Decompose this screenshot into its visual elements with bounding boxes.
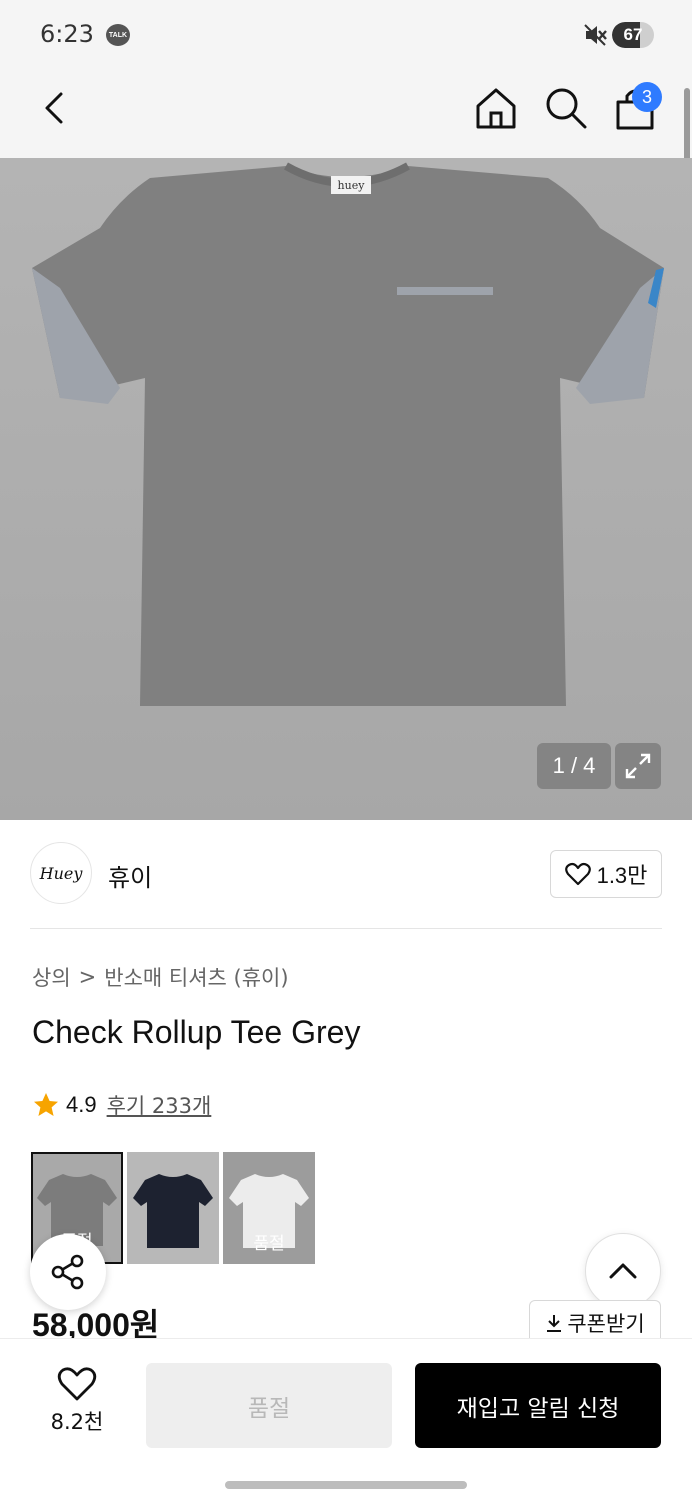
search-icon[interactable] [542, 84, 590, 132]
battery-icon: 67 [612, 22, 654, 48]
battery-level: 67 [623, 25, 643, 44]
brand-logo[interactable]: Huey [30, 842, 92, 904]
restock-alert-button[interactable]: 재입고 알림 신청 [415, 1363, 661, 1448]
soldout-button: 품절 [146, 1363, 392, 1448]
product-title: Check Rollup Tee Grey [32, 1014, 361, 1050]
cart-count-badge: 3 [632, 82, 662, 112]
wish-button[interactable]: 8.2천 [34, 1366, 120, 1442]
mute-icon [582, 22, 608, 48]
home-icon[interactable] [472, 84, 520, 132]
breadcrumb-separator: > [78, 965, 97, 989]
swatch-white[interactable]: 품절 [223, 1152, 315, 1264]
rating-value: 4.9 [66, 1092, 97, 1117]
brand-like-count: 1.3만 [596, 863, 648, 888]
divider [30, 928, 662, 929]
reviews-link[interactable]: 후기 233개 [107, 1090, 212, 1120]
image-pager: 1 / 4 [537, 743, 611, 789]
product-image[interactable]: huey [0, 158, 692, 820]
talk-icon: TALK [106, 24, 130, 46]
rating-row: 4.9 후기 233개 [32, 1090, 211, 1120]
brand-like-button[interactable]: 1.3만 [550, 850, 662, 898]
garment-tag: huey [331, 176, 371, 194]
coupon-label: 쿠폰받기 [567, 1311, 645, 1336]
download-icon [547, 1314, 562, 1332]
breadcrumb: 상의 > 반소매 티셔츠 (휴이) [32, 962, 289, 992]
heart-icon [57, 1367, 97, 1401]
status-time: 6:23 [40, 20, 94, 48]
swatch-soldout-label: 품절 [253, 1234, 285, 1254]
breadcrumb-category[interactable]: 상의 [32, 962, 71, 992]
star-icon [34, 1093, 58, 1116]
home-indicator[interactable] [225, 1481, 467, 1489]
back-arrow-icon[interactable] [34, 84, 78, 132]
brand-name[interactable]: 휴이 [108, 858, 152, 893]
scrollbar[interactable] [684, 88, 690, 164]
wish-count: 8.2천 [50, 1410, 104, 1434]
swatch-navy[interactable] [127, 1152, 219, 1264]
expand-icon[interactable] [615, 743, 661, 789]
share-icon[interactable] [30, 1234, 106, 1310]
heart-icon [564, 862, 591, 886]
scroll-top-icon[interactable] [585, 1233, 661, 1309]
breadcrumb-subcategory[interactable]: 반소매 티셔츠 (휴이) [104, 962, 288, 992]
